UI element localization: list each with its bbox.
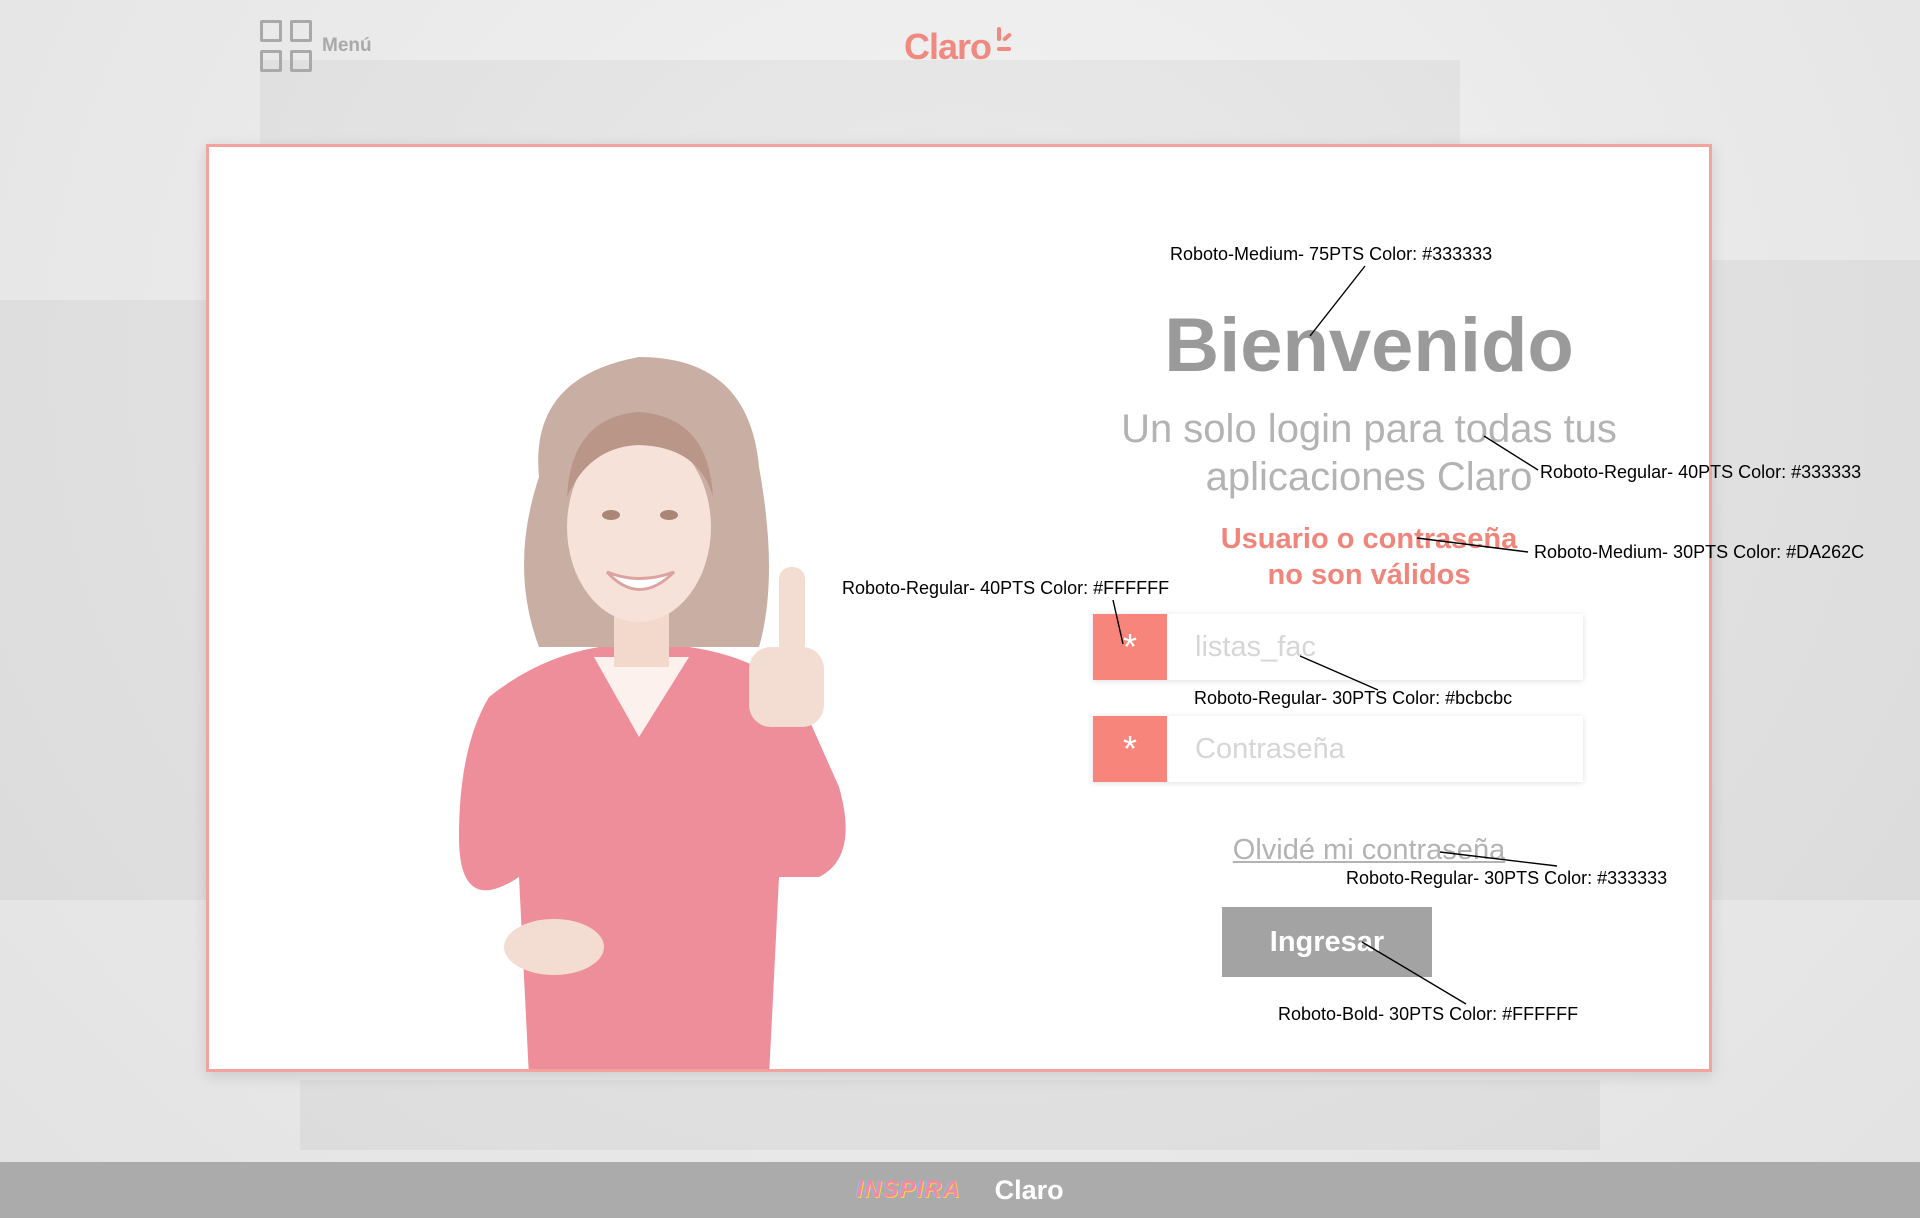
annotation-icon: Roboto-Regular- 40PTS Color: #FFFFFF <box>842 578 1170 598</box>
annotation-title: Roboto-Medium- 75PTS Color: #333333 <box>1170 244 1493 264</box>
annotation-error: Roboto-Medium- 30PTS Color: #DA262C <box>1534 542 1865 562</box>
annotation-lines <box>1112 265 1558 1005</box>
annotation-input: Roboto-Regular- 30PTS Color: #bcbcbc <box>1194 688 1513 708</box>
annotation-subtitle: Roboto-Regular- 40PTS Color: #333333 <box>1540 462 1862 482</box>
annotation-forgot: Roboto-Regular- 30PTS Color: #333333 <box>1346 868 1668 888</box>
annotation-button: Roboto-Bold- 30PTS Color: #FFFFFF <box>1278 1004 1579 1024</box>
